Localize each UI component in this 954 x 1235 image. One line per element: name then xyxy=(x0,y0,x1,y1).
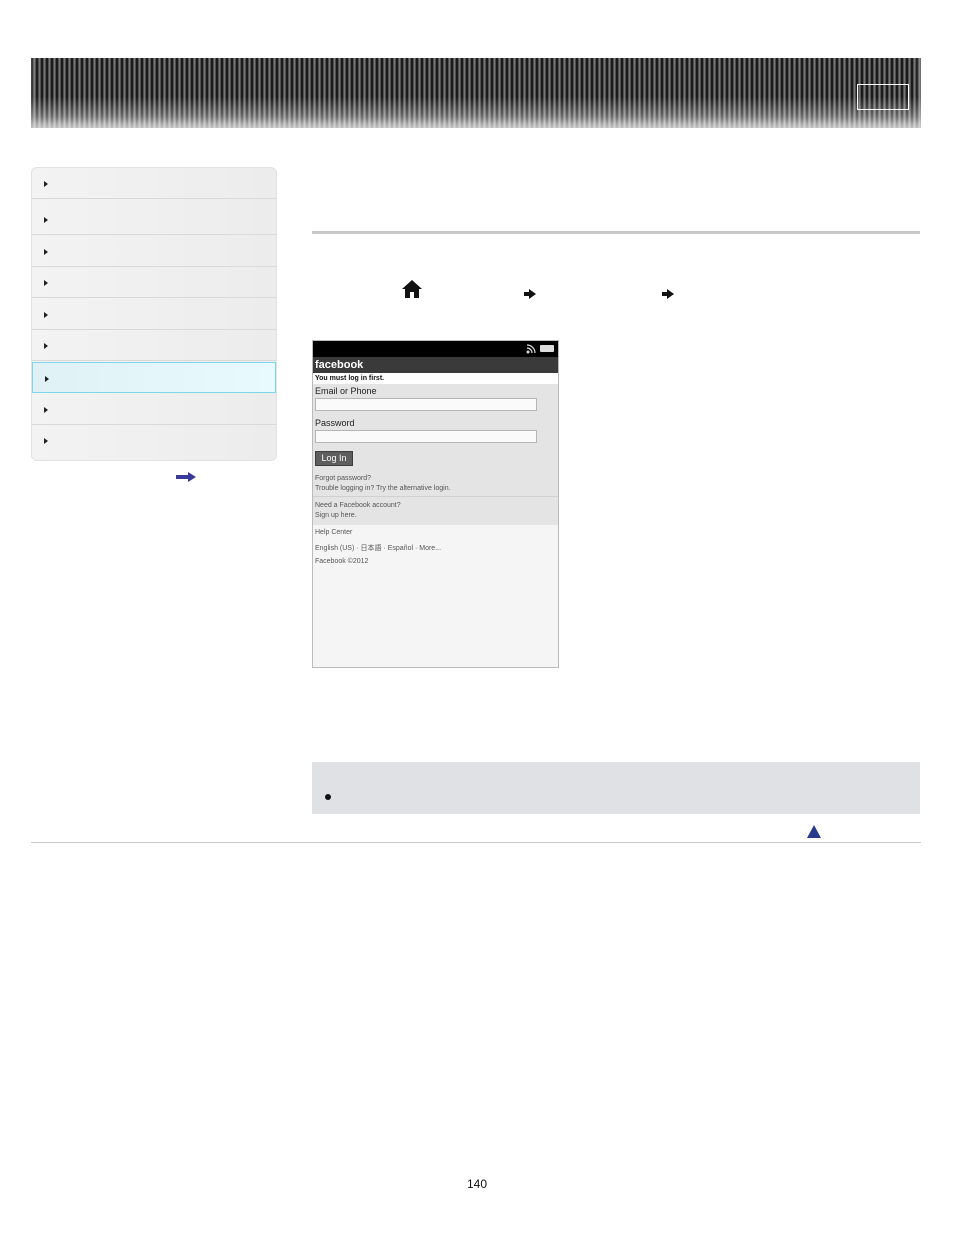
copyright-text: Facebook ©2012 xyxy=(315,558,369,565)
battery-icon xyxy=(540,345,554,352)
phone-status-bar xyxy=(313,341,558,357)
password-label: Password xyxy=(315,418,355,428)
back-to-top-icon[interactable] xyxy=(807,825,821,838)
email-label: Email or Phone xyxy=(315,386,377,396)
triangle-right-icon xyxy=(44,181,48,187)
help-center-link[interactable]: Help Center xyxy=(315,529,352,536)
sidebar-nav xyxy=(31,167,277,461)
triangle-right-icon xyxy=(44,217,48,223)
triangle-right-icon xyxy=(44,407,48,413)
page-number: 140 xyxy=(466,1177,488,1191)
triangle-right-icon xyxy=(44,249,48,255)
sidebar-item-5[interactable] xyxy=(32,299,276,330)
triangle-right-icon xyxy=(44,438,48,444)
header-banner xyxy=(31,58,921,128)
sign-up-link[interactable]: Sign up here. xyxy=(315,512,357,519)
login-form: Email or Phone Password Log In Forgot pa… xyxy=(313,384,558,497)
forgot-password-link[interactable]: Forgot password? xyxy=(315,475,371,482)
sidebar-item-8[interactable] xyxy=(32,394,276,425)
arrow-right-icon xyxy=(524,289,536,299)
email-field[interactable] xyxy=(315,398,537,411)
footer-divider xyxy=(31,842,921,843)
facebook-logo: facebook xyxy=(313,357,558,373)
sidebar-item-7-active[interactable] xyxy=(32,362,276,393)
triangle-right-icon xyxy=(44,280,48,286)
sidebar-item-3[interactable] xyxy=(32,236,276,267)
note-box xyxy=(312,762,920,814)
sidebar-item-1[interactable] xyxy=(32,168,276,199)
trouble-login-link[interactable]: Trouble logging in? Try the alternative … xyxy=(315,485,451,492)
triangle-right-icon xyxy=(44,343,48,349)
home-icon xyxy=(402,280,422,298)
triangle-right-icon xyxy=(45,376,49,382)
signup-section: Need a Facebook account? Sign up here. xyxy=(313,497,558,525)
login-button[interactable]: Log In xyxy=(315,451,353,466)
header-button[interactable] xyxy=(857,84,909,110)
bullet-icon xyxy=(325,794,331,800)
section-divider xyxy=(312,231,920,234)
password-field[interactable] xyxy=(315,430,537,443)
sidebar-item-9[interactable] xyxy=(32,425,276,456)
language-links[interactable]: English (US) · 日本語 · Español · More... xyxy=(315,543,441,553)
sidebar-item-4[interactable] xyxy=(32,267,276,298)
arrow-right-icon xyxy=(662,289,674,299)
sidebar-item-2[interactable] xyxy=(32,204,276,235)
login-notice: You must log in first. xyxy=(313,373,558,384)
rss-icon xyxy=(526,344,536,354)
triangle-right-icon xyxy=(44,312,48,318)
need-account-text: Need a Facebook account? xyxy=(315,502,401,509)
phone-screenshot: facebook You must log in first. Email or… xyxy=(312,340,559,668)
sidebar-item-6[interactable] xyxy=(32,330,276,361)
next-arrow-icon[interactable] xyxy=(176,472,196,482)
